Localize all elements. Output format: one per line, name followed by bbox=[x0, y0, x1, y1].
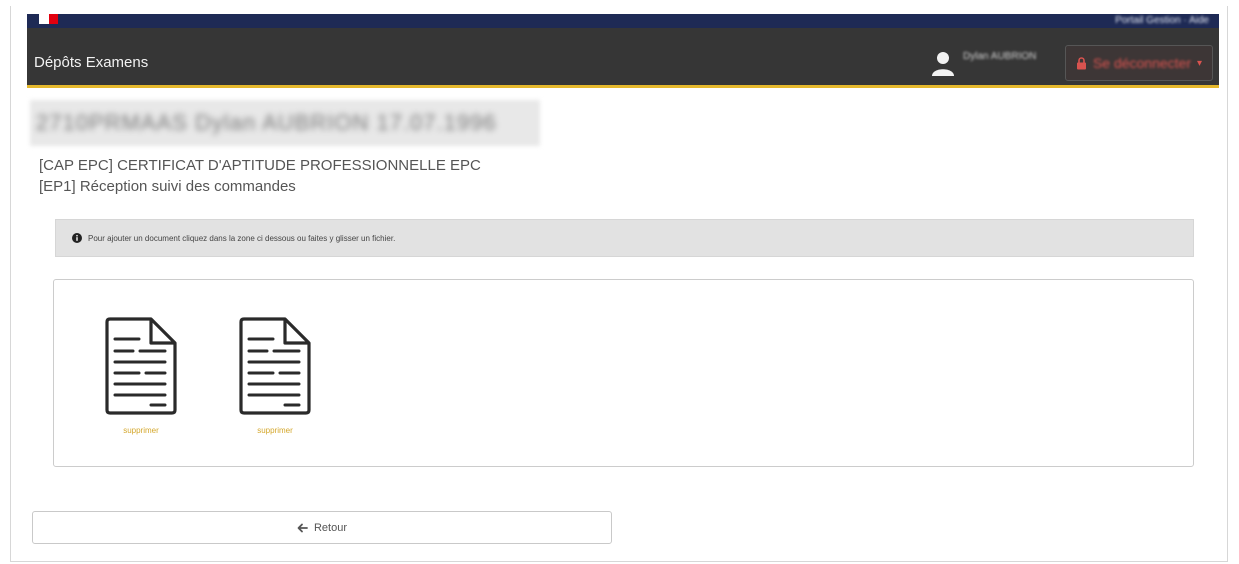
user-name: Dylan AUBRION bbox=[963, 51, 1037, 62]
logout-button[interactable]: Se déconnecter ▾ bbox=[1065, 45, 1213, 81]
top-strip bbox=[27, 14, 1219, 28]
navbar: Dépôts Examens Dylan AUBRION Se déconnec… bbox=[27, 28, 1219, 88]
user-icon bbox=[932, 52, 954, 76]
delete-link[interactable]: supprimer bbox=[235, 426, 315, 435]
lock-icon bbox=[1076, 56, 1086, 69]
document-item[interactable]: supprimer bbox=[235, 316, 315, 435]
back-label: Retour bbox=[313, 521, 348, 534]
info-icon bbox=[72, 233, 82, 243]
candidate-title: 2710PRMAAS Dylan AUBRION 17.07.1996 bbox=[30, 100, 540, 146]
delete-link[interactable]: supprimer bbox=[101, 426, 181, 435]
arrow-left-icon bbox=[297, 523, 308, 532]
logout-label: Se déconnecter bbox=[1092, 55, 1192, 71]
info-alert: Pour ajouter un document cliquez dans la… bbox=[55, 219, 1194, 257]
top-links[interactable]: Portail Gestion · Aide bbox=[1115, 15, 1209, 26]
upload-dropzone[interactable]: supprimer supprimer bbox=[53, 279, 1194, 467]
candidate-line: 2710PRMAAS Dylan AUBRION 17.07.1996 bbox=[36, 110, 497, 135]
chevron-down-icon: ▾ bbox=[1197, 57, 1203, 69]
document-icon bbox=[239, 317, 311, 415]
info-message: Pour ajouter un document cliquez dans la… bbox=[88, 233, 396, 243]
flag-logo-icon bbox=[30, 14, 58, 24]
epreuve-title: [EP1] Réception suivi des commandes bbox=[39, 178, 296, 195]
document-icon bbox=[105, 317, 177, 415]
document-item[interactable]: supprimer bbox=[101, 316, 181, 435]
back-button[interactable]: Retour bbox=[32, 511, 612, 544]
brand-title[interactable]: Dépôts Examens bbox=[34, 54, 148, 71]
certificate-title: [CAP EPC] CERTIFICAT D'APTITUDE PROFESSI… bbox=[39, 157, 481, 174]
